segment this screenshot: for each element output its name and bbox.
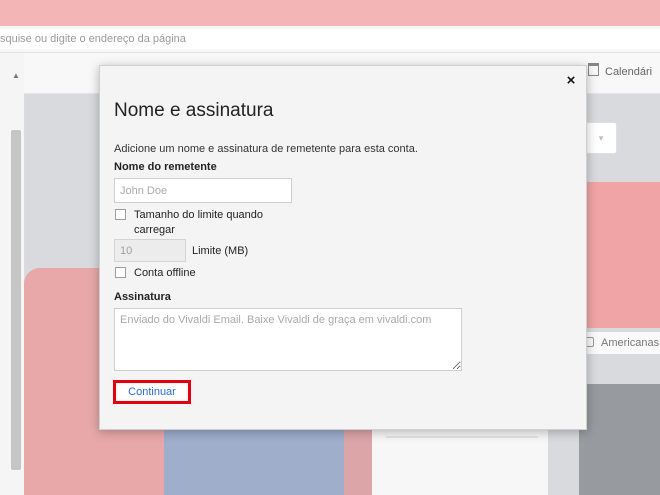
background-card [579, 384, 660, 495]
calendar-link[interactable]: Calendári [588, 60, 660, 84]
background-card [344, 430, 372, 495]
browser-titlebar [0, 0, 660, 26]
scrollbar[interactable] [11, 130, 21, 470]
continue-button[interactable]: Continuar [118, 384, 186, 400]
calendar-label: Calendári [605, 66, 653, 78]
close-icon[interactable]: × [562, 72, 580, 90]
limit-mb-label: Limite (MB) [192, 245, 249, 257]
bookmark-item[interactable]: Americanas.c [582, 332, 660, 354]
bookmark-label: Americanas.c [601, 337, 660, 349]
divider [386, 436, 538, 438]
calendar-icon [588, 63, 599, 76]
address-input[interactable]: squise ou digite o endereço da página [0, 29, 660, 49]
dialog-title: Nome e assinatura [114, 100, 274, 121]
dropdown-button[interactable]: ▾ [585, 122, 617, 154]
background-card [587, 182, 660, 328]
signature-textarea[interactable] [114, 308, 462, 371]
offline-account-label: Conta offline [134, 267, 196, 279]
scroll-up-icon[interactable]: ▲ [10, 70, 22, 82]
offline-account-checkbox[interactable] [115, 267, 126, 278]
name-signature-dialog: × Nome e assinatura Adicione um nome e a… [99, 65, 587, 430]
background-card [164, 430, 344, 495]
size-limit-label: Tamanho do limite quando carregar [134, 209, 264, 236]
dialog-description: Adicione um nome e assinatura de remeten… [114, 143, 418, 155]
sender-name-label: Nome do remetente [114, 161, 217, 173]
limit-mb-input[interactable] [114, 239, 186, 262]
size-limit-checkbox[interactable] [115, 209, 126, 220]
address-bar: squise ou digite o endereço da página [0, 26, 660, 53]
sender-name-input[interactable] [114, 178, 292, 203]
signature-label: Assinatura [114, 291, 171, 303]
